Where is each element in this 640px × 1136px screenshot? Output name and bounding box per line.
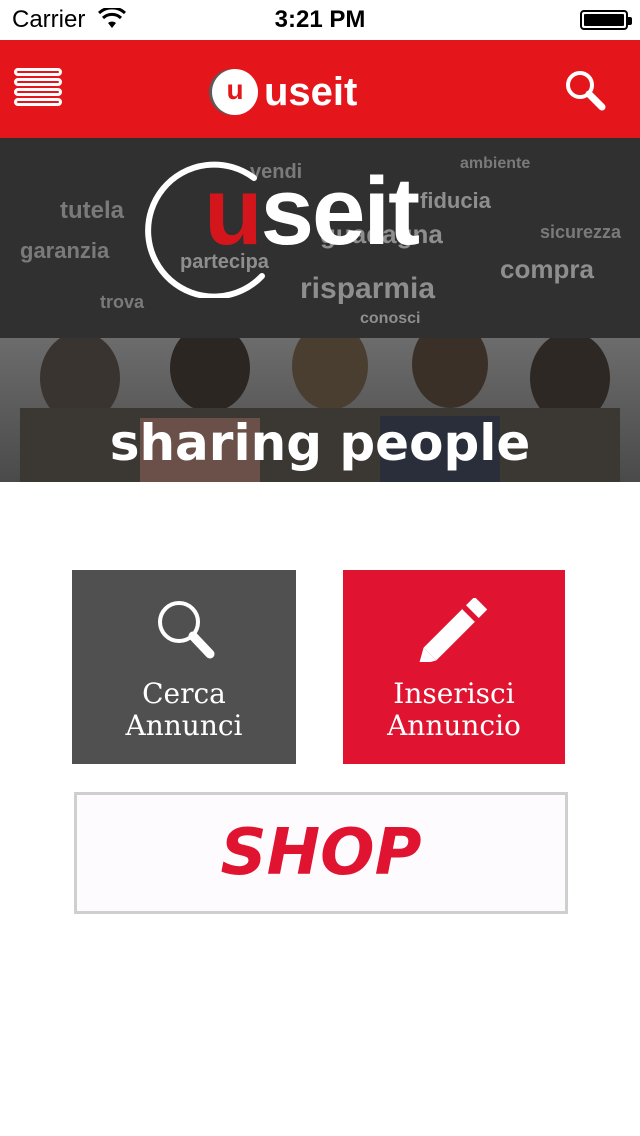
top-nav-bar: u useit: [0, 40, 640, 138]
hero-banner: risparmia garanzia guadagna tutela fiducia ve…: [0, 138, 640, 482]
app-logo: u useit: [212, 68, 357, 116]
magnifier-icon: [158, 601, 215, 659]
shop-label: SHOP: [220, 816, 422, 890]
menu-button[interactable]: [14, 68, 68, 112]
hamburger-menu-icon: [14, 68, 68, 106]
cloud-word: compra: [500, 254, 594, 284]
cloud-word: ambiente: [460, 155, 530, 172]
logo-mark: u: [212, 69, 258, 115]
cloud-word: sicurezza: [540, 222, 622, 242]
clock: 3:21 PM: [274, 6, 366, 33]
insert-ad-button[interactable]: Inserisci Annuncio: [343, 570, 565, 764]
hero-logo: useit: [134, 158, 464, 298]
cloud-word: tutela: [60, 197, 125, 224]
cloud-word: conosci: [360, 310, 420, 327]
insert-ad-label-line1: Inserisci: [393, 677, 515, 710]
status-bar: Carrier 3:21 PM: [0, 0, 640, 40]
search-icon: [566, 71, 606, 111]
pencil-icon: [418, 598, 488, 662]
insert-ad-label-line2: Annuncio: [387, 709, 521, 742]
hero-logo-u: u: [204, 158, 263, 265]
battery-icon: [580, 10, 632, 30]
cloud-word: garanzia: [20, 238, 110, 263]
shop-button[interactable]: SHOP: [74, 792, 568, 914]
tagline: sharing people: [109, 414, 531, 472]
search-button[interactable]: [560, 66, 610, 116]
search-ads-label-line2: Annunci: [125, 709, 243, 742]
search-ads-label-line1: Cerca: [142, 677, 226, 710]
search-ads-button[interactable]: Cerca Annunci: [72, 570, 296, 764]
hero-logo-rest: seit: [260, 158, 420, 265]
logo-wordmark: useit: [264, 70, 358, 114]
